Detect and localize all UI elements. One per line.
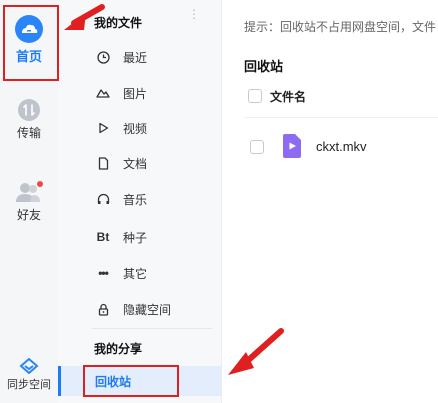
- video-file-icon: [283, 134, 301, 158]
- nav-label-documents: 文档: [123, 156, 148, 171]
- annotation-box-home: [3, 5, 59, 81]
- recycle-bin-hint: 提示：回收站不占用网盘空间，文件: [244, 20, 437, 34]
- nav-label-images: 图片: [123, 86, 148, 101]
- column-header-filename[interactable]: 文件名: [270, 88, 306, 105]
- nav-divider: [92, 328, 212, 329]
- more-options-icon[interactable]: ⋮: [188, 8, 200, 20]
- rail-item-sync[interactable]: 同步空间: [0, 358, 58, 392]
- document-icon: [93, 156, 113, 170]
- ellipsis-icon: •••: [98, 266, 109, 280]
- nav-item-recent[interactable]: 最近: [58, 42, 222, 72]
- rail-item-transfer[interactable]: 传输: [0, 98, 58, 141]
- transfer-icon: [18, 99, 40, 121]
- nav-label-torrents: 种子: [123, 230, 148, 245]
- header-divider: [244, 117, 438, 118]
- nav-label-others: 其它: [123, 266, 148, 281]
- nav-panel: 我的文件 ⋮ 最近 图片 视频 文档 音乐 Bt 种子 ••• 其它 隐藏空间 …: [58, 0, 222, 403]
- file-row[interactable]: ckxt.mkv: [244, 126, 438, 168]
- torrent-icon: Bt: [96, 230, 110, 244]
- mountain-icon: [93, 87, 113, 99]
- clock-icon: [93, 50, 113, 64]
- nav-item-music[interactable]: 音乐: [58, 184, 222, 214]
- main-content: 提示：回收站不占用网盘空间，文件 回收站 文件名 ckxt.mkv: [222, 0, 438, 403]
- my-share-heading[interactable]: 我的分享: [94, 340, 142, 357]
- nav-label-hidden-space: 隐藏空间: [123, 302, 172, 317]
- lock-icon: [93, 303, 113, 316]
- nav-item-documents[interactable]: 文档: [58, 148, 222, 178]
- nav-item-torrents[interactable]: Bt 种子: [58, 222, 222, 252]
- nav-item-others[interactable]: ••• 其它: [58, 258, 222, 288]
- friends-icon: [16, 181, 43, 202]
- rail-label-sync: 同步空间: [7, 379, 51, 391]
- select-all-checkbox[interactable]: [248, 89, 262, 103]
- notification-badge: [37, 181, 43, 187]
- nav-item-hidden-space[interactable]: 隐藏空间: [58, 294, 222, 324]
- nav-label-music: 音乐: [123, 192, 148, 207]
- sync-space-icon: [19, 358, 39, 374]
- file-row-checkbox[interactable]: [250, 140, 264, 154]
- nav-item-videos[interactable]: 视频: [58, 113, 222, 143]
- page-title: 回收站: [244, 59, 284, 74]
- rail-label-friends: 好友: [16, 208, 41, 222]
- nav-item-images[interactable]: 图片: [58, 78, 222, 108]
- my-files-heading[interactable]: 我的文件: [94, 14, 142, 31]
- nav-label-recent: 最近: [123, 50, 148, 65]
- file-name: ckxt.mkv: [316, 139, 367, 154]
- annotation-box-recycle-bin: [83, 365, 179, 397]
- nav-label-videos: 视频: [123, 121, 148, 136]
- headphones-icon: [93, 193, 113, 205]
- rail-label-transfer: 传输: [16, 126, 41, 140]
- rail-item-friends[interactable]: 好友: [0, 180, 58, 223]
- play-icon: [93, 122, 113, 134]
